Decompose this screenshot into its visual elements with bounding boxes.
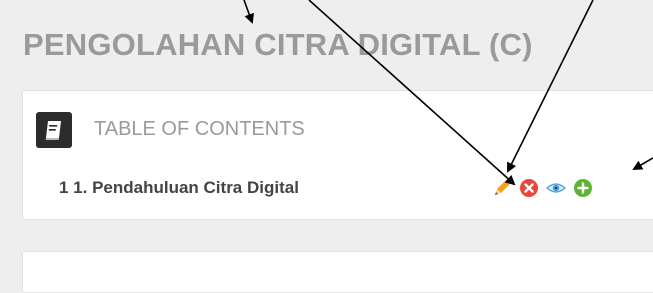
book-icon	[36, 112, 72, 148]
add-button[interactable]	[572, 177, 594, 199]
edit-button[interactable]	[491, 177, 513, 199]
pencil-icon	[495, 180, 510, 195]
eye-icon	[546, 183, 566, 193]
second-panel	[22, 251, 653, 293]
annotation-arrow	[243, 0, 254, 24]
close-circle-icon	[520, 179, 538, 197]
toc-panel: TABLE OF CONTENTS 1 1. Pendahuluan Citra…	[22, 90, 653, 220]
toc-heading: TABLE OF CONTENTS	[94, 118, 305, 140]
delete-button[interactable]	[518, 177, 540, 199]
view-button[interactable]	[545, 177, 567, 199]
plus-circle-icon	[574, 179, 592, 197]
page-title: PENGOLAHAN CITRA DIGITAL (C)	[23, 27, 533, 62]
chapter-link[interactable]: 1 1. Pendahuluan Citra Digital	[59, 178, 299, 198]
